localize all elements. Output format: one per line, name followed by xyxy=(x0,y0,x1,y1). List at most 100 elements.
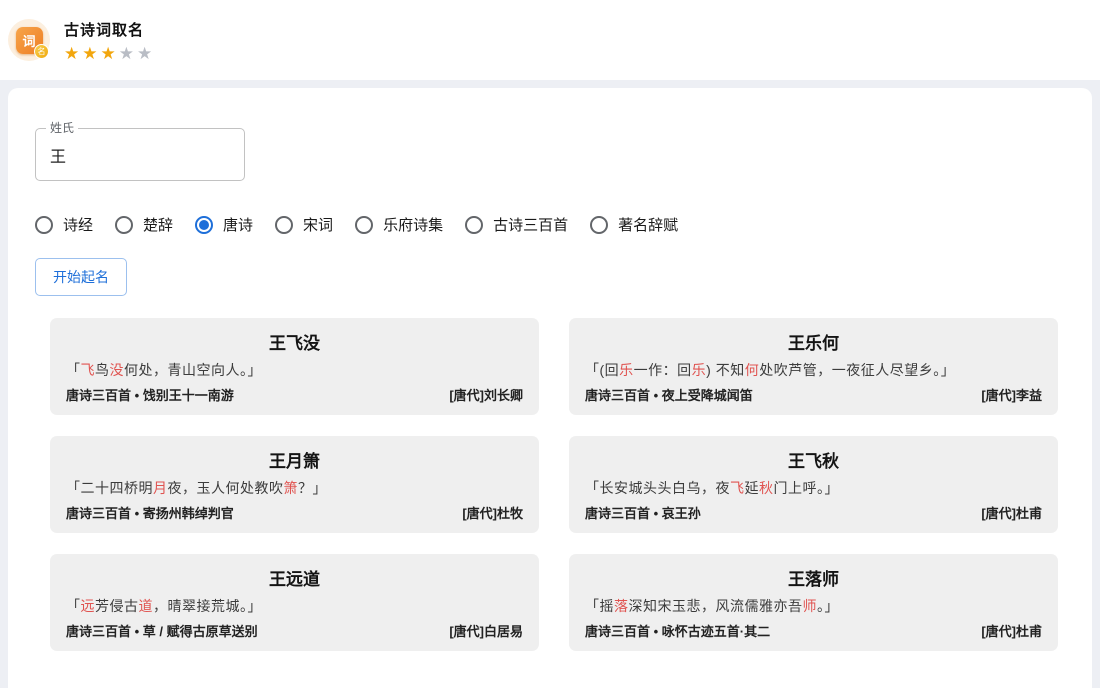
poem-source: 唐诗三百首 • 夜上受降城闻笛 xyxy=(585,385,753,404)
poem-author: [唐代]李益 xyxy=(981,385,1042,404)
verse-text: 夜，玉人何处教吹 xyxy=(168,480,284,496)
poem-verse: 「长安城头头白乌，夜飞延秋门上呼。」 xyxy=(585,478,1042,498)
category-radio-option[interactable]: 楚辞 xyxy=(115,214,173,235)
verse-highlight-char: 何 xyxy=(745,362,760,378)
poem-source: 唐诗三百首 • 饯别王十一南游 xyxy=(66,385,234,404)
generated-name: 王远道 xyxy=(66,565,523,590)
app-header: 词 名 古诗词取名 ★★★★★ xyxy=(0,0,1100,80)
card-footer: 唐诗三百首 • 咏怀古迹五首·其二 [唐代]杜甫 xyxy=(585,621,1042,640)
name-result-card[interactable]: 王远道 「远芳侵古道，晴翠接荒城。」 唐诗三百首 • 草 / 赋得古原草送别 [… xyxy=(50,554,539,651)
page-title: 古诗词取名 xyxy=(64,19,155,40)
card-footer: 唐诗三百首 • 哀王孙 [唐代]杜甫 xyxy=(585,503,1042,522)
logo-badge-char: 名 xyxy=(34,44,49,59)
card-footer: 唐诗三百首 • 草 / 赋得古原草送别 [唐代]白居易 xyxy=(66,621,523,640)
poem-author: [唐代]杜甫 xyxy=(981,503,1042,522)
category-radio-label: 著名辞赋 xyxy=(618,214,678,235)
category-radio-option[interactable]: 著名辞赋 xyxy=(590,214,678,235)
poem-author: [唐代]杜牧 xyxy=(462,503,523,522)
verse-text: ，晴翠接荒城。」 xyxy=(153,598,262,614)
verse-text: 延 xyxy=(745,480,760,496)
poem-verse: 「飞鸟没何处，青山空向人。」 xyxy=(66,360,523,380)
page-background: 姓氏 诗经 楚辞 唐诗 宋词 乐府诗集 古诗三百首 著名辞赋 开始起名 王飞没 … xyxy=(0,80,1100,688)
verse-text: 「二十四桥明 xyxy=(66,480,153,496)
verse-highlight-char: 月 xyxy=(153,480,168,496)
category-radio-label: 楚辞 xyxy=(143,214,173,235)
category-radio-label: 唐诗 xyxy=(223,214,253,235)
verse-highlight-char: 远 xyxy=(81,598,96,614)
name-result-card[interactable]: 王乐何 「(回乐一作：回乐) 不知何处吹芦管，一夜征人尽望乡。」 唐诗三百首 •… xyxy=(569,318,1058,415)
star-icon: ★ xyxy=(64,44,82,63)
rating-stars: ★★★★★ xyxy=(64,45,155,62)
verse-highlight-char: 师 xyxy=(803,598,818,614)
app-logo-icon: 词 名 xyxy=(8,19,50,61)
card-footer: 唐诗三百首 • 夜上受降城闻笛 [唐代]李益 xyxy=(585,385,1042,404)
category-radio-option[interactable]: 唐诗 xyxy=(195,214,253,235)
start-naming-button[interactable]: 开始起名 xyxy=(35,258,127,296)
radio-circle-icon[interactable] xyxy=(465,216,483,234)
verse-text: 处吹芦管，一夜征人尽望乡。」 xyxy=(759,362,955,378)
verse-text: 「 xyxy=(66,362,81,378)
star-icon: ★ xyxy=(119,44,137,63)
verse-highlight-char: 飞 xyxy=(730,480,745,496)
name-result-card[interactable]: 王飞没 「飞鸟没何处，青山空向人。」 唐诗三百首 • 饯别王十一南游 [唐代]刘… xyxy=(50,318,539,415)
card-footer: 唐诗三百首 • 饯别王十一南游 [唐代]刘长卿 xyxy=(66,385,523,404)
category-radio-option[interactable]: 古诗三百首 xyxy=(465,214,568,235)
category-radio-option[interactable]: 乐府诗集 xyxy=(355,214,443,235)
name-result-card[interactable]: 王飞秋 「长安城头头白乌，夜飞延秋门上呼。」 唐诗三百首 • 哀王孙 [唐代]杜… xyxy=(569,436,1058,533)
verse-highlight-char: 乐 xyxy=(619,362,634,378)
card-footer: 唐诗三百首 • 寄扬州韩绰判官 [唐代]杜牧 xyxy=(66,503,523,522)
poem-source: 唐诗三百首 • 哀王孙 xyxy=(585,503,701,522)
name-result-card[interactable]: 王月箫 「二十四桥明月夜，玉人何处教吹箫？」 唐诗三百首 • 寄扬州韩绰判官 [… xyxy=(50,436,539,533)
poem-verse: 「远芳侵古道，晴翠接荒城。」 xyxy=(66,596,523,616)
verse-text: 鸟 xyxy=(95,362,110,378)
verse-text: 「摇 xyxy=(585,598,614,614)
verse-highlight-char: 乐 xyxy=(692,362,707,378)
surname-input[interactable] xyxy=(36,129,244,180)
poem-verse: 「二十四桥明月夜，玉人何处教吹箫？」 xyxy=(66,478,523,498)
generated-name: 王落师 xyxy=(585,565,1042,590)
category-radio-option[interactable]: 宋词 xyxy=(275,214,333,235)
name-result-card[interactable]: 王落师 「摇落深知宋玉悲，风流儒雅亦吾师。」 唐诗三百首 • 咏怀古迹五首·其二… xyxy=(569,554,1058,651)
verse-text: 「 xyxy=(66,598,81,614)
radio-circle-icon[interactable] xyxy=(355,216,373,234)
verse-text: 一作：回 xyxy=(634,362,692,378)
verse-highlight-char: 箫 xyxy=(284,480,299,496)
radio-circle-icon[interactable] xyxy=(275,216,293,234)
verse-text: 深知宋玉悲，风流儒雅亦吾 xyxy=(629,598,803,614)
radio-circle-icon[interactable] xyxy=(35,216,53,234)
poem-source: 唐诗三百首 • 寄扬州韩绰判官 xyxy=(66,503,234,522)
verse-text: ) 不知 xyxy=(706,362,745,378)
verse-text: ？」 xyxy=(298,480,327,496)
surname-field[interactable]: 姓氏 xyxy=(35,128,245,181)
generated-name: 王飞没 xyxy=(66,329,523,354)
category-radio-label: 宋词 xyxy=(303,214,333,235)
verse-highlight-char: 秋 xyxy=(759,480,774,496)
generated-name: 王月箫 xyxy=(66,447,523,472)
radio-circle-icon[interactable] xyxy=(590,216,608,234)
star-icon: ★ xyxy=(137,44,155,63)
poem-verse: 「(回乐一作：回乐) 不知何处吹芦管，一夜征人尽望乡。」 xyxy=(585,360,1042,380)
verse-text: 何处，青山空向人。」 xyxy=(124,362,262,378)
surname-label: 姓氏 xyxy=(46,121,78,137)
verse-text: 「(回 xyxy=(585,362,619,378)
generated-name: 王飞秋 xyxy=(585,447,1042,472)
verse-highlight-char: 没 xyxy=(110,362,125,378)
radio-circle-icon[interactable] xyxy=(115,216,133,234)
category-radio-label: 诗经 xyxy=(63,214,93,235)
poem-author: [唐代]刘长卿 xyxy=(449,385,523,404)
verse-text: 「长安城头头白乌，夜 xyxy=(585,480,730,496)
verse-highlight-char: 飞 xyxy=(81,362,96,378)
category-radio-option[interactable]: 诗经 xyxy=(35,214,93,235)
results-grid: 王飞没 「飞鸟没何处，青山空向人。」 唐诗三百首 • 饯别王十一南游 [唐代]刘… xyxy=(50,318,1058,651)
poem-verse: 「摇落深知宋玉悲，风流儒雅亦吾师。」 xyxy=(585,596,1042,616)
poem-source: 唐诗三百首 • 草 / 赋得古原草送别 xyxy=(66,621,258,640)
poem-author: [唐代]杜甫 xyxy=(981,621,1042,640)
generated-name: 王乐何 xyxy=(585,329,1042,354)
radio-circle-icon[interactable] xyxy=(195,216,213,234)
header-text-block: 古诗词取名 ★★★★★ xyxy=(64,19,155,62)
category-radio-group: 诗经 楚辞 唐诗 宋词 乐府诗集 古诗三百首 著名辞赋 xyxy=(35,214,1058,235)
verse-text: 门上呼。」 xyxy=(774,480,840,496)
category-radio-label: 乐府诗集 xyxy=(383,214,443,235)
star-icon: ★ xyxy=(82,44,100,63)
verse-highlight-char: 道 xyxy=(139,598,154,614)
